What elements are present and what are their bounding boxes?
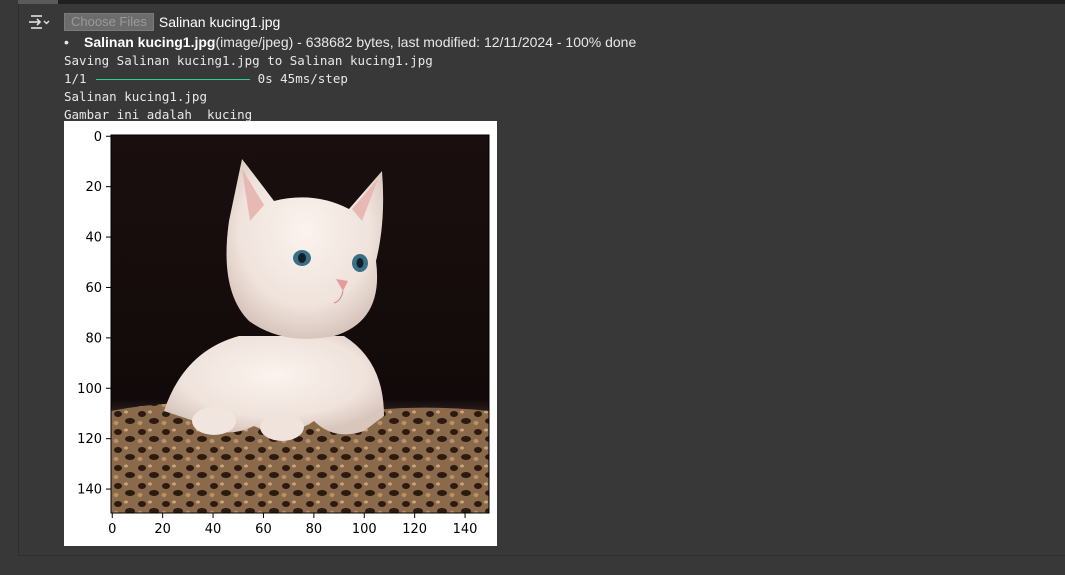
y-axis: 0 20 40 60 80 100 120 140 bbox=[77, 130, 111, 498]
progress-step: 1/1 bbox=[64, 71, 87, 86]
cell-output: Choose Files Salinan kucing1.jpg • Salina… bbox=[64, 12, 1065, 124]
y-tick-label: 120 bbox=[77, 432, 102, 447]
y-tick-label: 140 bbox=[77, 483, 102, 498]
y-tick-label: 20 bbox=[85, 180, 102, 195]
progress-timing: 0s 45ms/step bbox=[257, 71, 348, 86]
uploaded-file-item: • Salinan kucing1.jpg(image/jpeg) - 63868… bbox=[64, 32, 1065, 52]
x-tick-label: 100 bbox=[352, 522, 377, 537]
x-axis: 0 20 40 60 80 100 120 140 bbox=[108, 513, 477, 537]
x-tick-label: 120 bbox=[402, 522, 427, 537]
choose-files-button[interactable]: Choose Files bbox=[64, 13, 154, 31]
filename-log-line: Salinan kucing1.jpg bbox=[64, 89, 207, 104]
y-tick-label: 80 bbox=[85, 331, 102, 346]
y-tick-label: 100 bbox=[77, 382, 102, 397]
cat-image bbox=[111, 135, 489, 513]
x-tick-label: 80 bbox=[306, 522, 323, 537]
selected-filename: Salinan kucing1.jpg bbox=[158, 14, 281, 30]
saving-log-line: Saving Salinan kucing1.jpg to Salinan ku… bbox=[64, 53, 433, 68]
y-tick-label: 40 bbox=[85, 231, 102, 246]
matplotlib-figure: 0 20 40 60 80 100 120 140 0 20 40 60 80 100 120 140 bbox=[64, 121, 497, 546]
uploaded-file-details: (image/jpeg) - 638682 bytes, last modifi… bbox=[215, 34, 637, 50]
x-tick-label: 140 bbox=[453, 522, 478, 537]
image-plot: 0 20 40 60 80 100 120 140 0 20 40 60 80 100 120 140 bbox=[77, 130, 490, 537]
progress-bar bbox=[95, 78, 250, 80]
x-tick-label: 60 bbox=[255, 522, 272, 537]
x-tick-label: 0 bbox=[108, 522, 116, 537]
bullet-icon: • bbox=[64, 34, 69, 50]
x-tick-label: 40 bbox=[205, 522, 222, 537]
output-toggle-icon[interactable] bbox=[28, 12, 50, 32]
progress-log-line: 1/1 0s 45ms/step bbox=[64, 70, 1065, 88]
x-tick-label: 20 bbox=[154, 522, 171, 537]
file-upload-row: Choose Files Salinan kucing1.jpg bbox=[64, 12, 1065, 32]
y-tick-label: 0 bbox=[94, 130, 102, 145]
uploaded-file-name: Salinan kucing1.jpg bbox=[84, 34, 216, 50]
uploaded-file-list: • Salinan kucing1.jpg(image/jpeg) - 63868… bbox=[64, 32, 1065, 52]
y-tick-label: 60 bbox=[85, 281, 102, 296]
